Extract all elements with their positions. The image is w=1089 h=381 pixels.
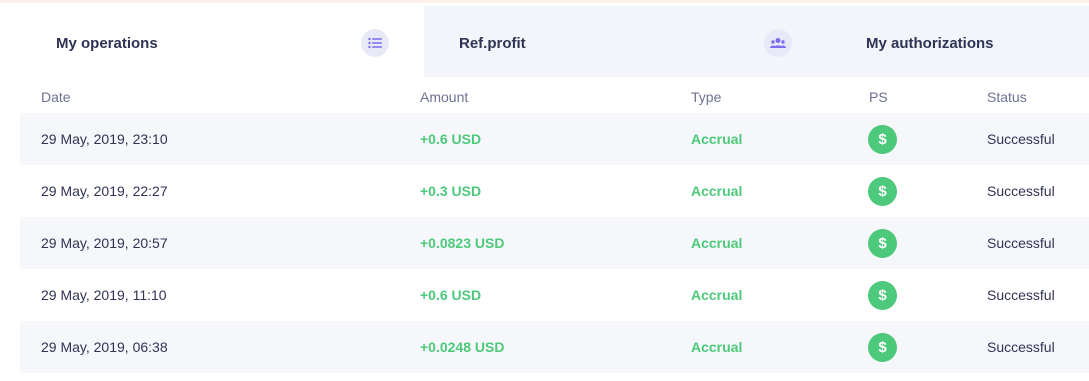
dollar-icon: $ bbox=[868, 177, 897, 206]
column-header-status: Status bbox=[987, 89, 1027, 105]
table-row: 29 May, 2019, 06:38 +0.0248 USD Accrual … bbox=[20, 321, 1089, 373]
column-header-type: Type bbox=[691, 89, 722, 105]
amount-cell: +0.0823 USD bbox=[420, 235, 505, 251]
operations-panel: My operations Ref.profit My authorizatio… bbox=[20, 3, 1089, 381]
tab-label: My authorizations bbox=[866, 35, 994, 52]
column-header-amount: Amount bbox=[420, 89, 469, 105]
tab-ref-profit[interactable]: Ref.profit bbox=[424, 6, 828, 77]
list-icon bbox=[361, 29, 389, 57]
status-cell: Successful bbox=[987, 183, 1055, 199]
table-row: 29 May, 2019, 11:10 +0.6 USD Accrual $ S… bbox=[20, 269, 1089, 321]
column-header-ps: PS bbox=[869, 89, 888, 105]
date-cell: 29 May, 2019, 23:10 bbox=[41, 131, 168, 147]
type-cell: Accrual bbox=[691, 235, 743, 251]
amount-cell: +0.0248 USD bbox=[420, 339, 505, 355]
tab-bar: My operations Ref.profit My authorizatio… bbox=[20, 6, 1089, 77]
type-cell: Accrual bbox=[691, 339, 743, 355]
amount-cell: +0.6 USD bbox=[420, 131, 482, 147]
date-cell: 29 May, 2019, 06:38 bbox=[41, 339, 168, 355]
table-row: 29 May, 2019, 22:27 +0.3 USD Accrual $ S… bbox=[20, 165, 1089, 217]
amount-cell: +0.3 USD bbox=[420, 183, 482, 199]
table-row: 29 May, 2019, 23:10 +0.6 USD Accrual $ S… bbox=[20, 113, 1089, 165]
date-cell: 29 May, 2019, 22:27 bbox=[41, 183, 168, 199]
tab-label: Ref.profit bbox=[459, 35, 526, 52]
tab-my-authorizations[interactable]: My authorizations bbox=[828, 6, 1089, 77]
dollar-icon: $ bbox=[868, 281, 897, 310]
status-cell: Successful bbox=[987, 287, 1055, 303]
status-cell: Successful bbox=[987, 235, 1055, 251]
status-cell: Successful bbox=[987, 131, 1055, 147]
tab-label: My operations bbox=[56, 35, 158, 52]
type-cell: Accrual bbox=[691, 183, 743, 199]
dollar-icon: $ bbox=[868, 229, 897, 258]
table-row: 29 May, 2019, 20:57 +0.0823 USD Accrual … bbox=[20, 217, 1089, 269]
dollar-icon: $ bbox=[868, 333, 897, 362]
type-cell: Accrual bbox=[691, 287, 743, 303]
date-cell: 29 May, 2019, 11:10 bbox=[41, 287, 167, 303]
dollar-icon: $ bbox=[868, 125, 897, 154]
date-cell: 29 May, 2019, 20:57 bbox=[41, 235, 168, 251]
tab-my-operations[interactable]: My operations bbox=[20, 6, 424, 77]
amount-cell: +0.6 USD bbox=[420, 287, 482, 303]
status-cell: Successful bbox=[987, 339, 1055, 355]
type-cell: Accrual bbox=[691, 131, 743, 147]
table-header: Date Amount Type PS Status bbox=[20, 77, 1089, 116]
column-header-date: Date bbox=[41, 89, 71, 105]
users-icon bbox=[764, 29, 792, 57]
